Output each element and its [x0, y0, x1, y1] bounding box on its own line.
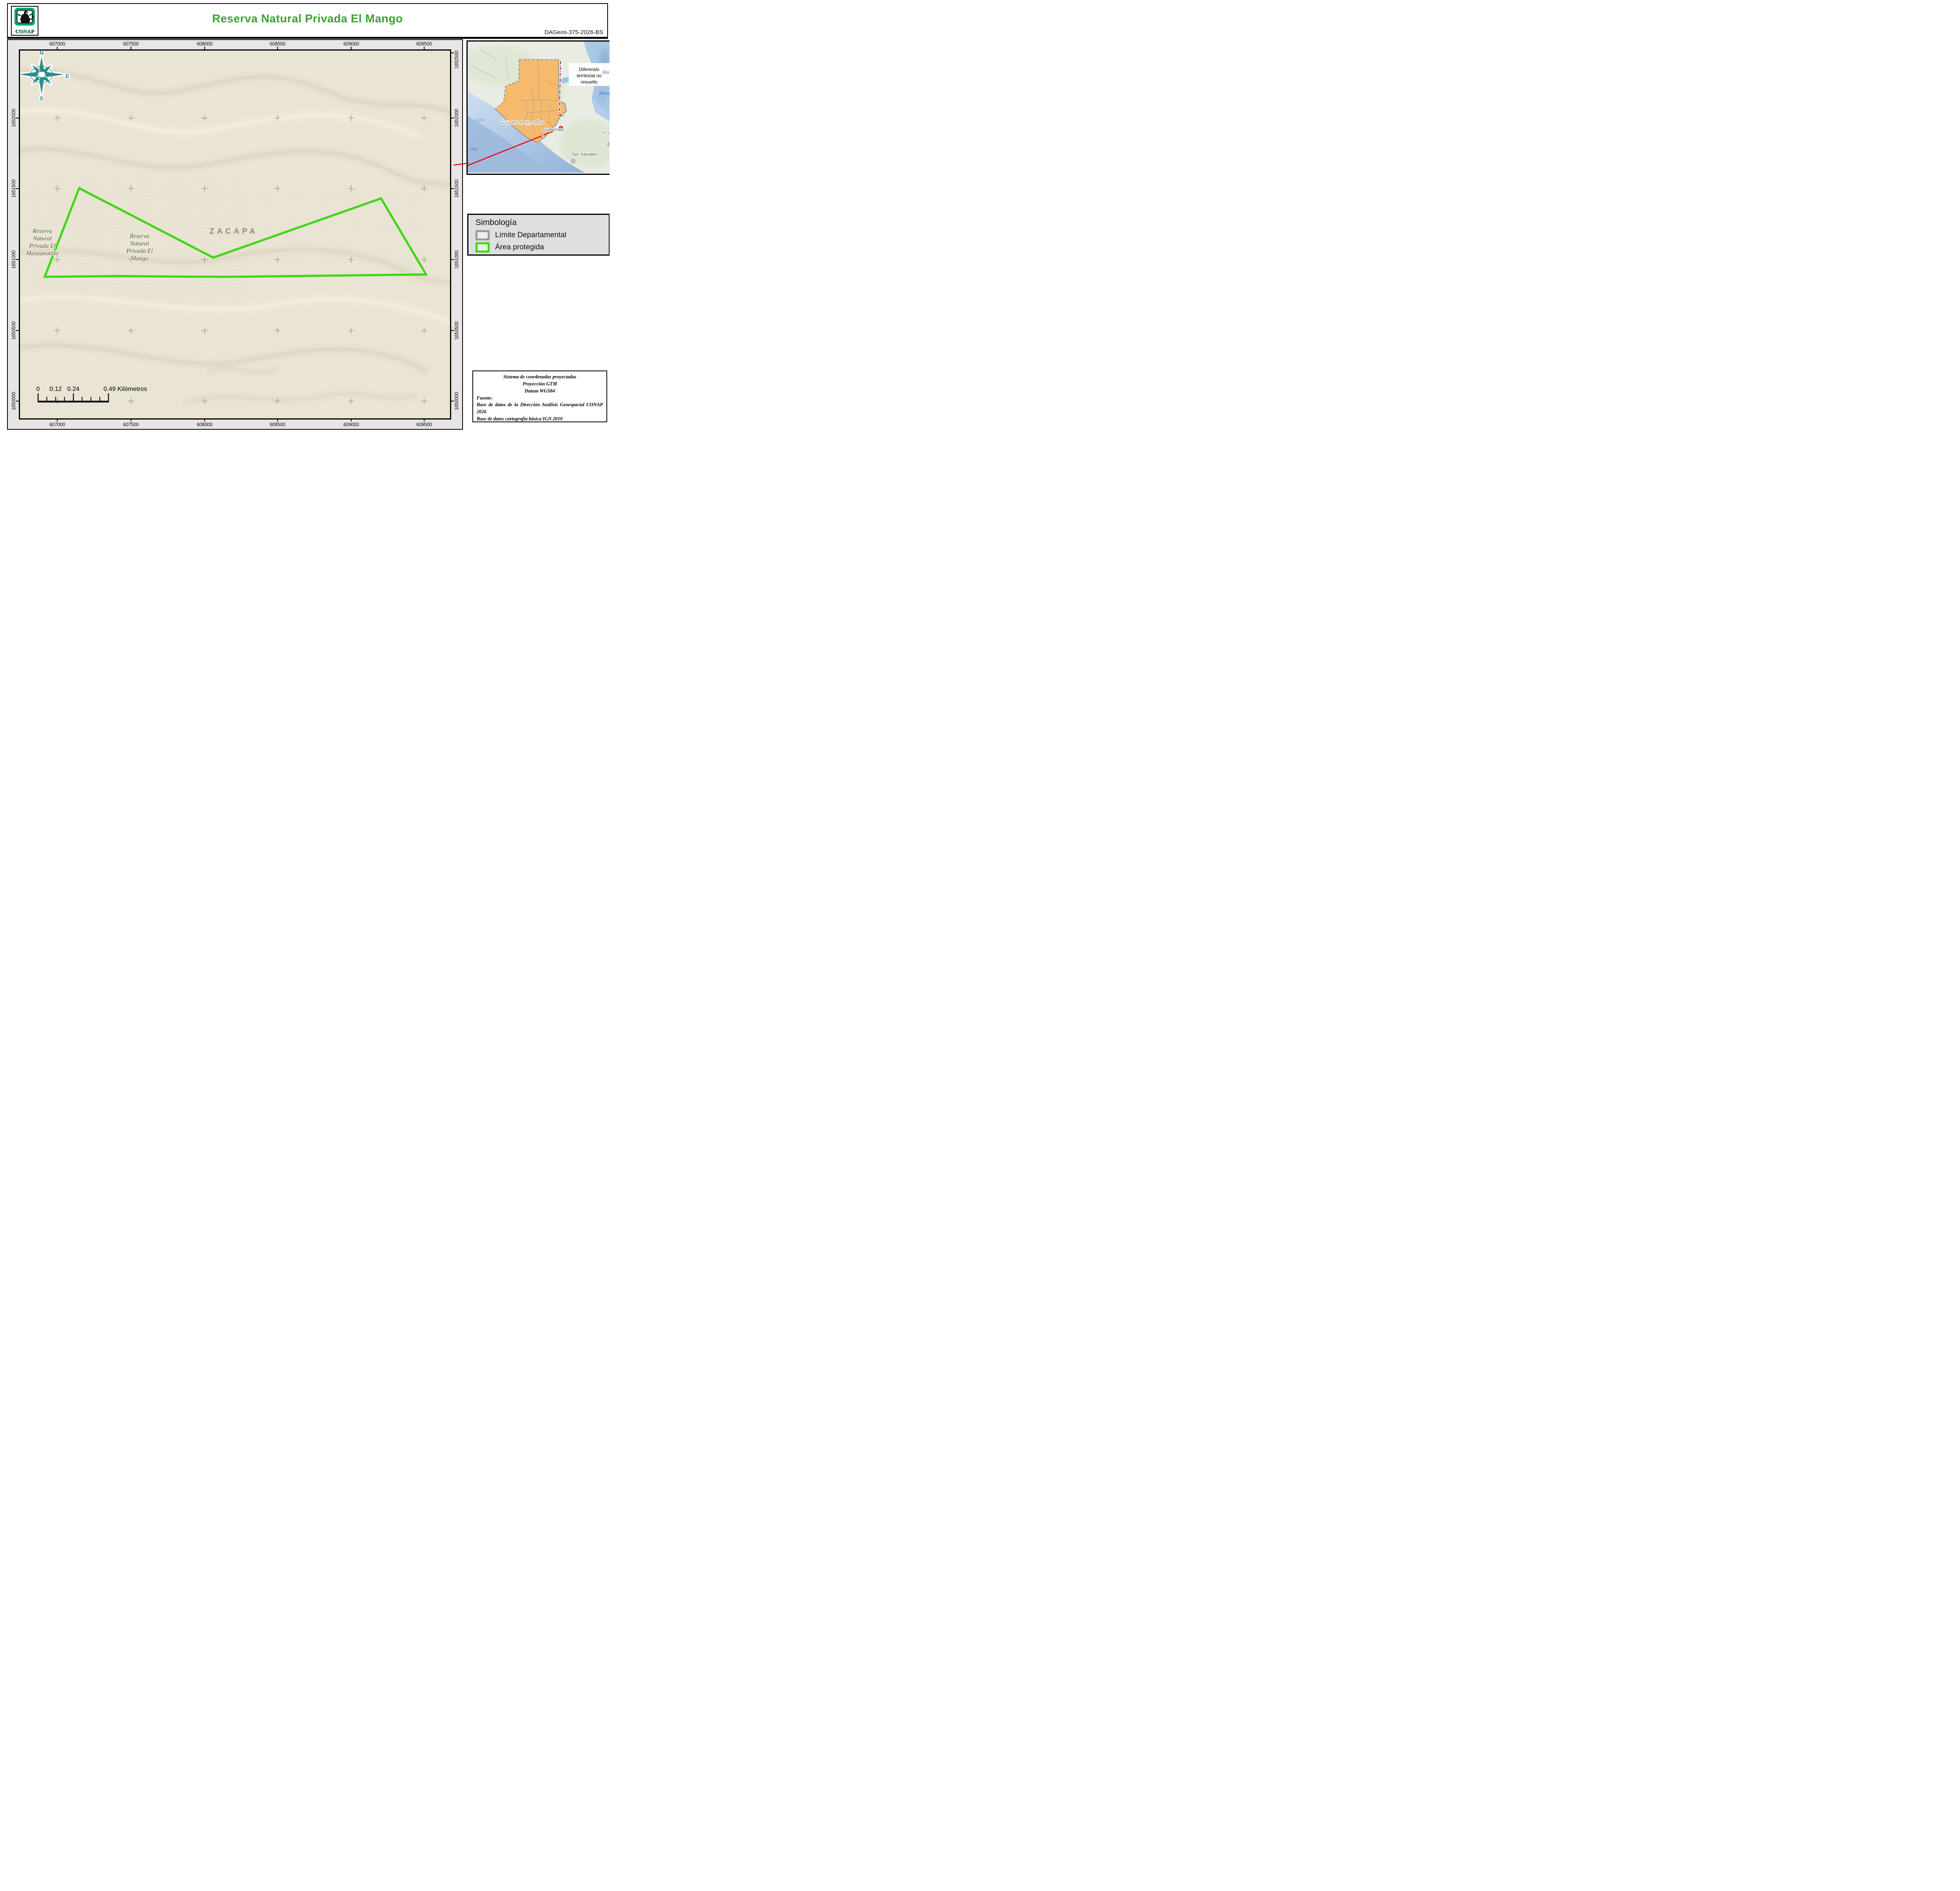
svg-text:Reserva: Reserva [129, 233, 149, 240]
y-axis-label: 1652500 [454, 50, 459, 69]
compass-north-label: N [40, 51, 44, 56]
axis-tick [16, 259, 19, 260]
svg-text:resuelto: resuelto [581, 79, 598, 85]
honduras-label: Ho [603, 130, 610, 136]
y-axis-label: 1651000 [454, 250, 459, 269]
axis-tick [451, 330, 454, 331]
capital-city-dot [541, 134, 546, 139]
legend-item-protected-area: Área protegida [475, 242, 544, 252]
map-canvas[interactable]: ZACAPA Reserva Natural Privada El Manzan… [19, 49, 451, 420]
y-axis-label: 1650000 [11, 392, 16, 411]
x-axis-label: 609000 [343, 422, 359, 427]
axis-tick [16, 188, 19, 189]
projection-line: Proyección GTM [523, 381, 557, 387]
departmental-limit-swatch [475, 230, 490, 240]
depth-contour-label: 721 [471, 147, 478, 152]
compass-east-label: E [65, 73, 69, 80]
inset-map: Diferendo territorial no resuelto Guatem… [468, 42, 610, 173]
legend-item-departmental-limit: Límite Departamental [475, 230, 566, 240]
coastal-lagoon [475, 118, 485, 122]
y-axis-label: 1651500 [454, 179, 459, 198]
header-band: CONAP Reserva Natural Privada El Mango D… [7, 3, 608, 39]
x-axis-label: 607500 [123, 41, 139, 47]
sea-name-label: Gu [603, 69, 609, 75]
x-axis-label: 609500 [416, 422, 432, 427]
axis-tick [57, 47, 58, 49]
svg-text:Diferendo: Diferendo [579, 67, 599, 72]
svg-text:Privada El: Privada El [29, 243, 56, 249]
svg-text:Privada El: Privada El [126, 248, 153, 254]
scale-label-2: 0.24 [67, 386, 79, 392]
svg-text:Reserva: Reserva [32, 228, 52, 234]
source-heading: Fuente: [477, 395, 493, 401]
svg-text:Manzanotillo: Manzanotillo [26, 250, 59, 257]
callout-line-extension [453, 162, 469, 166]
x-axis-label: 608500 [270, 422, 285, 427]
department-label: ZACAPA [209, 227, 258, 236]
scale-label-1: 0.12 [49, 386, 62, 392]
compass-south-label: S [40, 95, 44, 102]
topographic-map: ZACAPA Reserva Natural Privada El Manzan… [20, 51, 450, 418]
san-salvador-label: San Salvador [572, 152, 597, 157]
axis-tick [277, 47, 278, 49]
san-salvador-dot [571, 159, 575, 163]
x-axis-label: 609500 [416, 41, 432, 47]
x-axis-label: 608000 [197, 41, 212, 47]
projection-line: Sistema de coordenadas proyectadas [503, 374, 577, 380]
x-axis-label: 608500 [270, 41, 285, 47]
scale-label-3: 0.49 Kilómetros [103, 386, 147, 392]
x-axis-label: 607500 [123, 422, 139, 427]
credits-box: Sistema de coordenadas proyectadas Proye… [472, 371, 607, 422]
country-label: Guatemala [499, 119, 546, 126]
axis-tick [451, 188, 454, 189]
svg-text:territorial no: territorial no [577, 73, 602, 78]
y-axis-label: 1650500 [11, 321, 16, 340]
y-axis-label: 1651000 [11, 250, 16, 269]
document-code: DAGeos-375-2026-BS [544, 29, 603, 36]
protected-area-swatch [475, 242, 490, 252]
main-map-frame: 607000 607500 608000 608500 609000 60950… [7, 39, 463, 430]
axis-tick [16, 330, 19, 331]
x-axis-label: 609000 [343, 41, 359, 47]
country-locator-inset[interactable]: Diferendo territorial no resuelto Guatem… [466, 40, 610, 175]
projection-line: Datum WGS84 [524, 388, 555, 394]
y-axis-label: 1652000 [11, 109, 16, 127]
capital-city-label: Guatemala [543, 127, 564, 132]
neighbor-city-dot [607, 142, 610, 147]
page-title: Reserva Natural Privada El Mango [212, 13, 403, 25]
x-axis-label: 608000 [197, 422, 212, 427]
axis-tick [451, 259, 454, 260]
svg-text:Natural: Natural [130, 240, 149, 247]
svg-text:Mango: Mango [131, 255, 148, 262]
axis-tick [204, 47, 205, 49]
source-line: Base de datos cartografía básica IGN 201… [477, 416, 563, 422]
axis-tick [424, 47, 425, 49]
y-axis-label: 1652000 [454, 109, 459, 127]
legend-title: Simbología [475, 218, 517, 227]
axis-tick [351, 47, 352, 49]
y-axis-label: 1651500 [11, 179, 16, 198]
sea-name-label: Hond [599, 91, 610, 96]
source-line: Base de datos de la Dirección Análisis G… [477, 402, 603, 415]
x-axis-label: 607000 [49, 422, 65, 427]
y-axis-label: 1650000 [454, 392, 459, 411]
x-axis-label: 607000 [49, 41, 65, 47]
map-document-page: CONAP Reserva Natural Privada El Mango D… [0, 0, 610, 432]
scale-label-0: 0 [36, 386, 40, 392]
logo-org-name: CONAP [15, 28, 34, 34]
legend-panel: Simbología Límite Departamental Área pro… [467, 214, 610, 256]
y-axis-label: 1650500 [454, 321, 459, 340]
svg-text:Natural: Natural [33, 235, 52, 242]
